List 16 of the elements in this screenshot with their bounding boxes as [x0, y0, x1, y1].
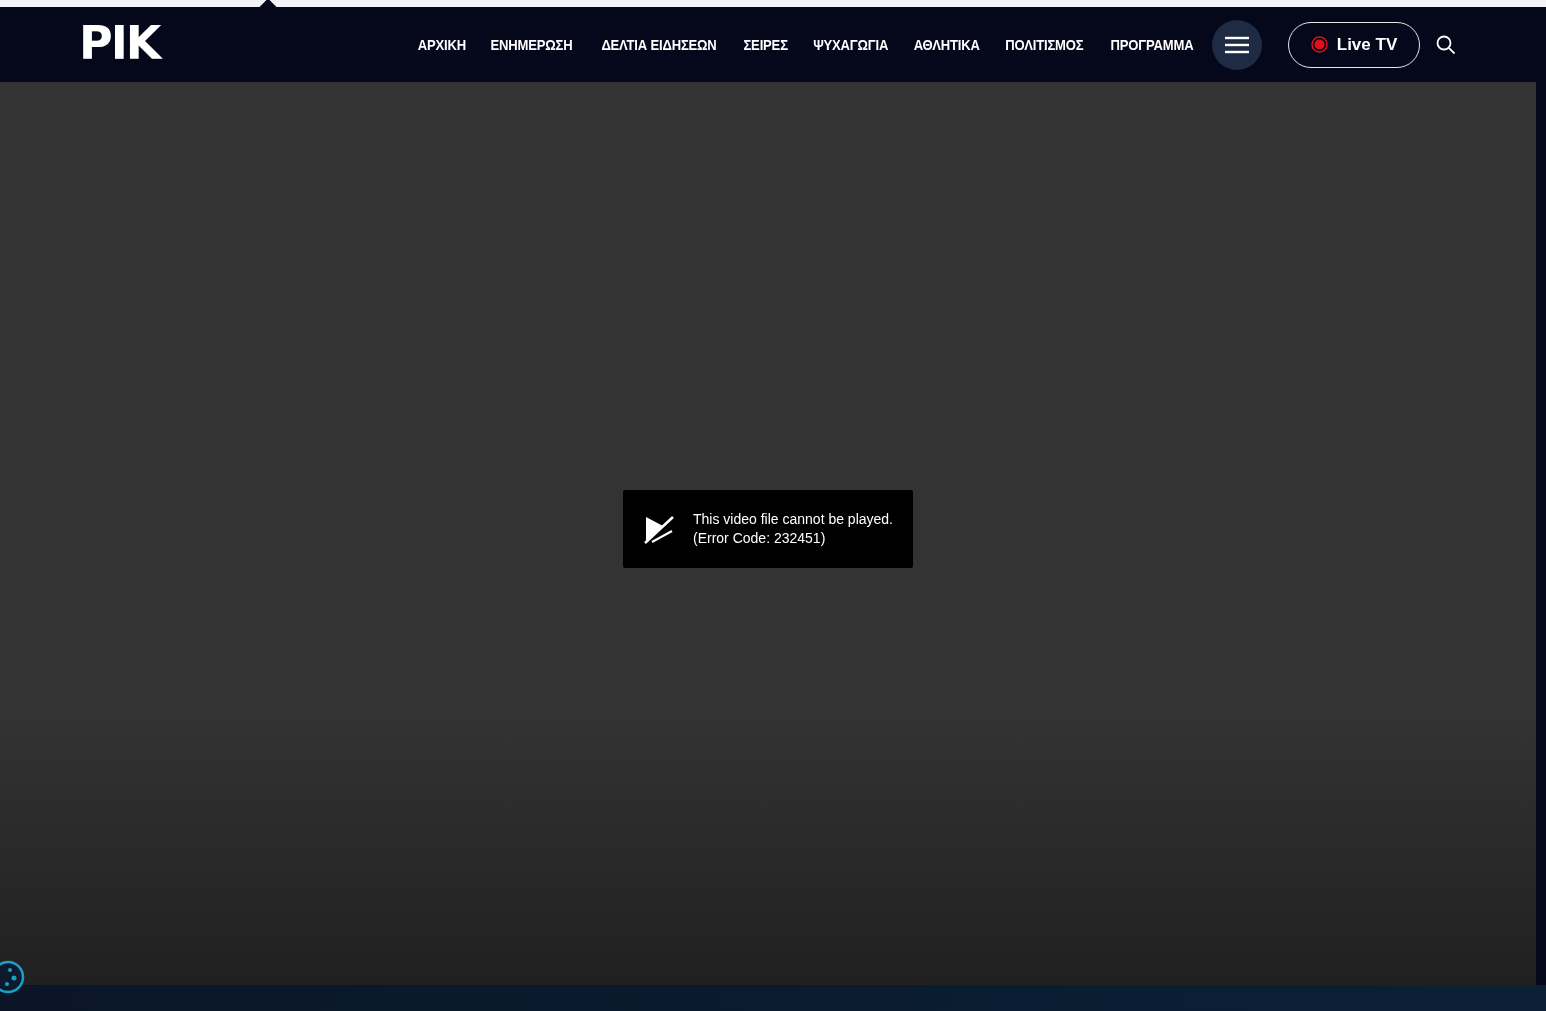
- nav-link[interactable]: ΑΘΛΗΤΙΚΑ: [913, 36, 980, 53]
- site-logo[interactable]: ΡΙΚ: [79, 19, 160, 66]
- video-player[interactable]: This video file cannot be played. (Error Code: 232451): [0, 82, 1536, 985]
- nav-link[interactable]: ΨΥΧΑΓΩΓΙΑ: [812, 36, 888, 53]
- nav-link[interactable]: ΠΟΛΙΤΙΣΜΟΣ: [1005, 36, 1084, 53]
- live-dot-icon: [1310, 36, 1328, 53]
- menu-button[interactable]: [1212, 19, 1262, 70]
- menu-icon: [1225, 35, 1249, 54]
- error-message: This video file cannot be played.: [693, 511, 893, 527]
- nav-link[interactable]: ΣΕΙΡΕΣ: [743, 36, 789, 53]
- nav-link[interactable]: ΑΡΧΙΚΗ: [417, 36, 466, 53]
- nav-link[interactable]: ΔΕΛΤΙΑ ΕΙΔΗΣΕΩΝ: [601, 36, 717, 53]
- search-icon: [1436, 34, 1456, 55]
- error-code: (Error Code: 232451): [693, 530, 827, 546]
- nav-link[interactable]: ΕΝΗΜΕΡΩΣΗ: [490, 36, 573, 53]
- nav-link[interactable]: ΠΡΟΓΡΑΜΜΑ: [1110, 36, 1194, 53]
